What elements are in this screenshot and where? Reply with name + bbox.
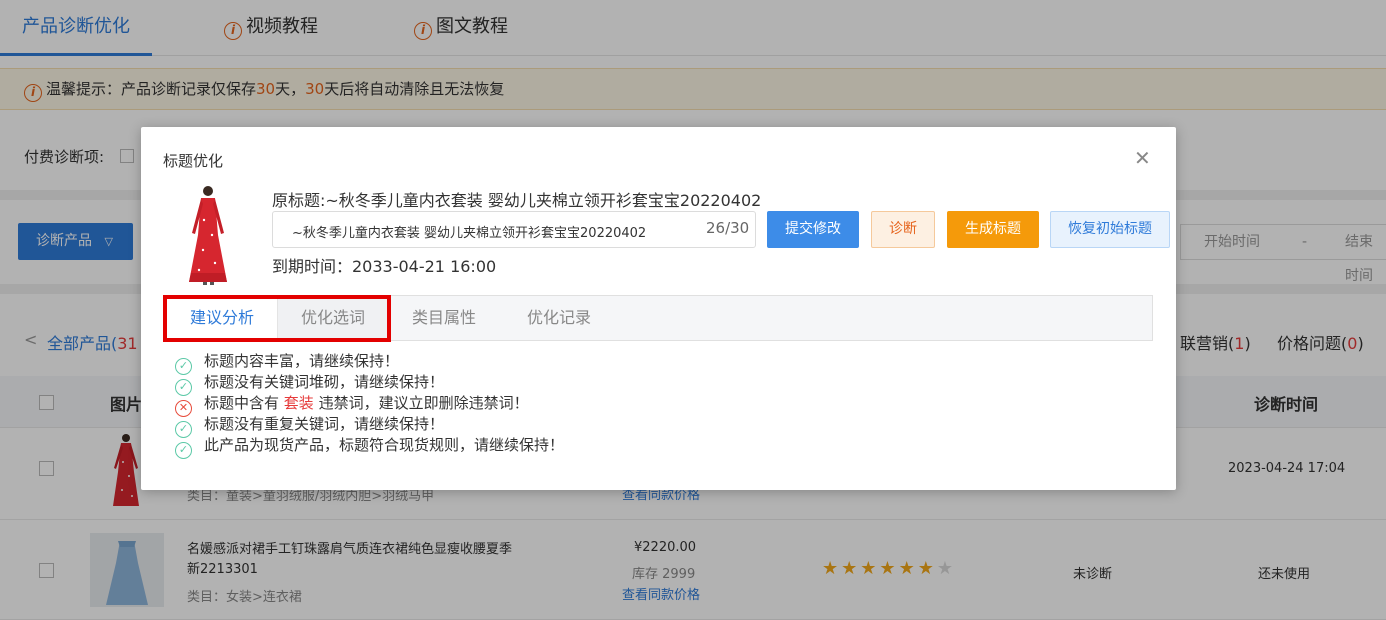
expire-time: 到期时间：2033-04-21 16:00: [272, 257, 497, 276]
title-input-value: ~秋冬季儿童内衣套装 婴幼儿夹棉立领开衫套宝宝20220402: [292, 226, 647, 241]
banned-word: 套装: [283, 394, 314, 412]
tab-suggestion-analysis[interactable]: 建议分析: [167, 296, 277, 340]
title-optimization-dialog: 标题优化 ✕ 原标题:~秋冬季儿童内衣套装 婴幼儿夹棉立领开衫套宝宝202204…: [141, 127, 1176, 490]
original-title: 原标题:~秋冬季儿童内衣套装 婴幼儿夹棉立领开衫套宝宝20220402: [272, 191, 762, 210]
restore-title-button[interactable]: 恢复初始标题: [1050, 211, 1170, 248]
result-text: 标题没有关键词堆砌，请继续保持！: [204, 373, 445, 391]
dialog-title: 标题优化: [163, 152, 224, 170]
result-item: ✓ 标题没有重复关键词，请继续保持！: [175, 414, 564, 438]
result-text: 此产品为现货产品，标题符合现货规则，请继续保持！: [204, 436, 565, 454]
close-icon[interactable]: ✕: [1134, 148, 1151, 168]
submit-button[interactable]: 提交修改: [767, 211, 859, 248]
result-text: 标题内容丰富，请继续保持！: [204, 352, 400, 370]
analysis-results: ✓ 标题内容丰富，请继续保持！ ✓ 标题没有关键词堆砌，请继续保持！ ✕ 标题中含有 …: [175, 351, 565, 459]
char-count: 26/30: [706, 219, 750, 237]
result-item: ✕ 标题中含有 套装 违禁词，建议立即删除违禁词！: [175, 393, 564, 417]
generate-title-button[interactable]: 生成标题: [947, 211, 1039, 248]
result-text-post: 违禁词，建议立即删除违禁词！: [313, 394, 529, 412]
tab-optimization-history[interactable]: 优化记录: [501, 296, 617, 340]
tab-keyword-optimization[interactable]: 优化选词: [277, 296, 389, 340]
tab-category-attributes[interactable]: 类目属性: [389, 296, 499, 340]
diagnose-button[interactable]: 诊断: [871, 211, 935, 248]
result-item: ✓ 标题没有关键词堆砌，请继续保持！: [175, 372, 564, 396]
check-circle-icon: ✓: [175, 442, 192, 459]
result-text: 标题没有重复关键词，请继续保持！: [204, 415, 445, 433]
result-item: ✓ 标题内容丰富，请继续保持！: [175, 351, 564, 375]
product-image: [189, 186, 227, 285]
title-input[interactable]: ~秋冬季儿童内衣套装 婴幼儿夹棉立领开衫套宝宝20220402 26/30: [272, 211, 756, 248]
result-item: ✓ 此产品为现货产品，标题符合现货规则，请继续保持！: [175, 435, 565, 459]
dialog-tabs: 建议分析 优化选词 类目属性 优化记录: [166, 295, 1153, 341]
result-text-pre: 标题中含有: [204, 394, 284, 412]
